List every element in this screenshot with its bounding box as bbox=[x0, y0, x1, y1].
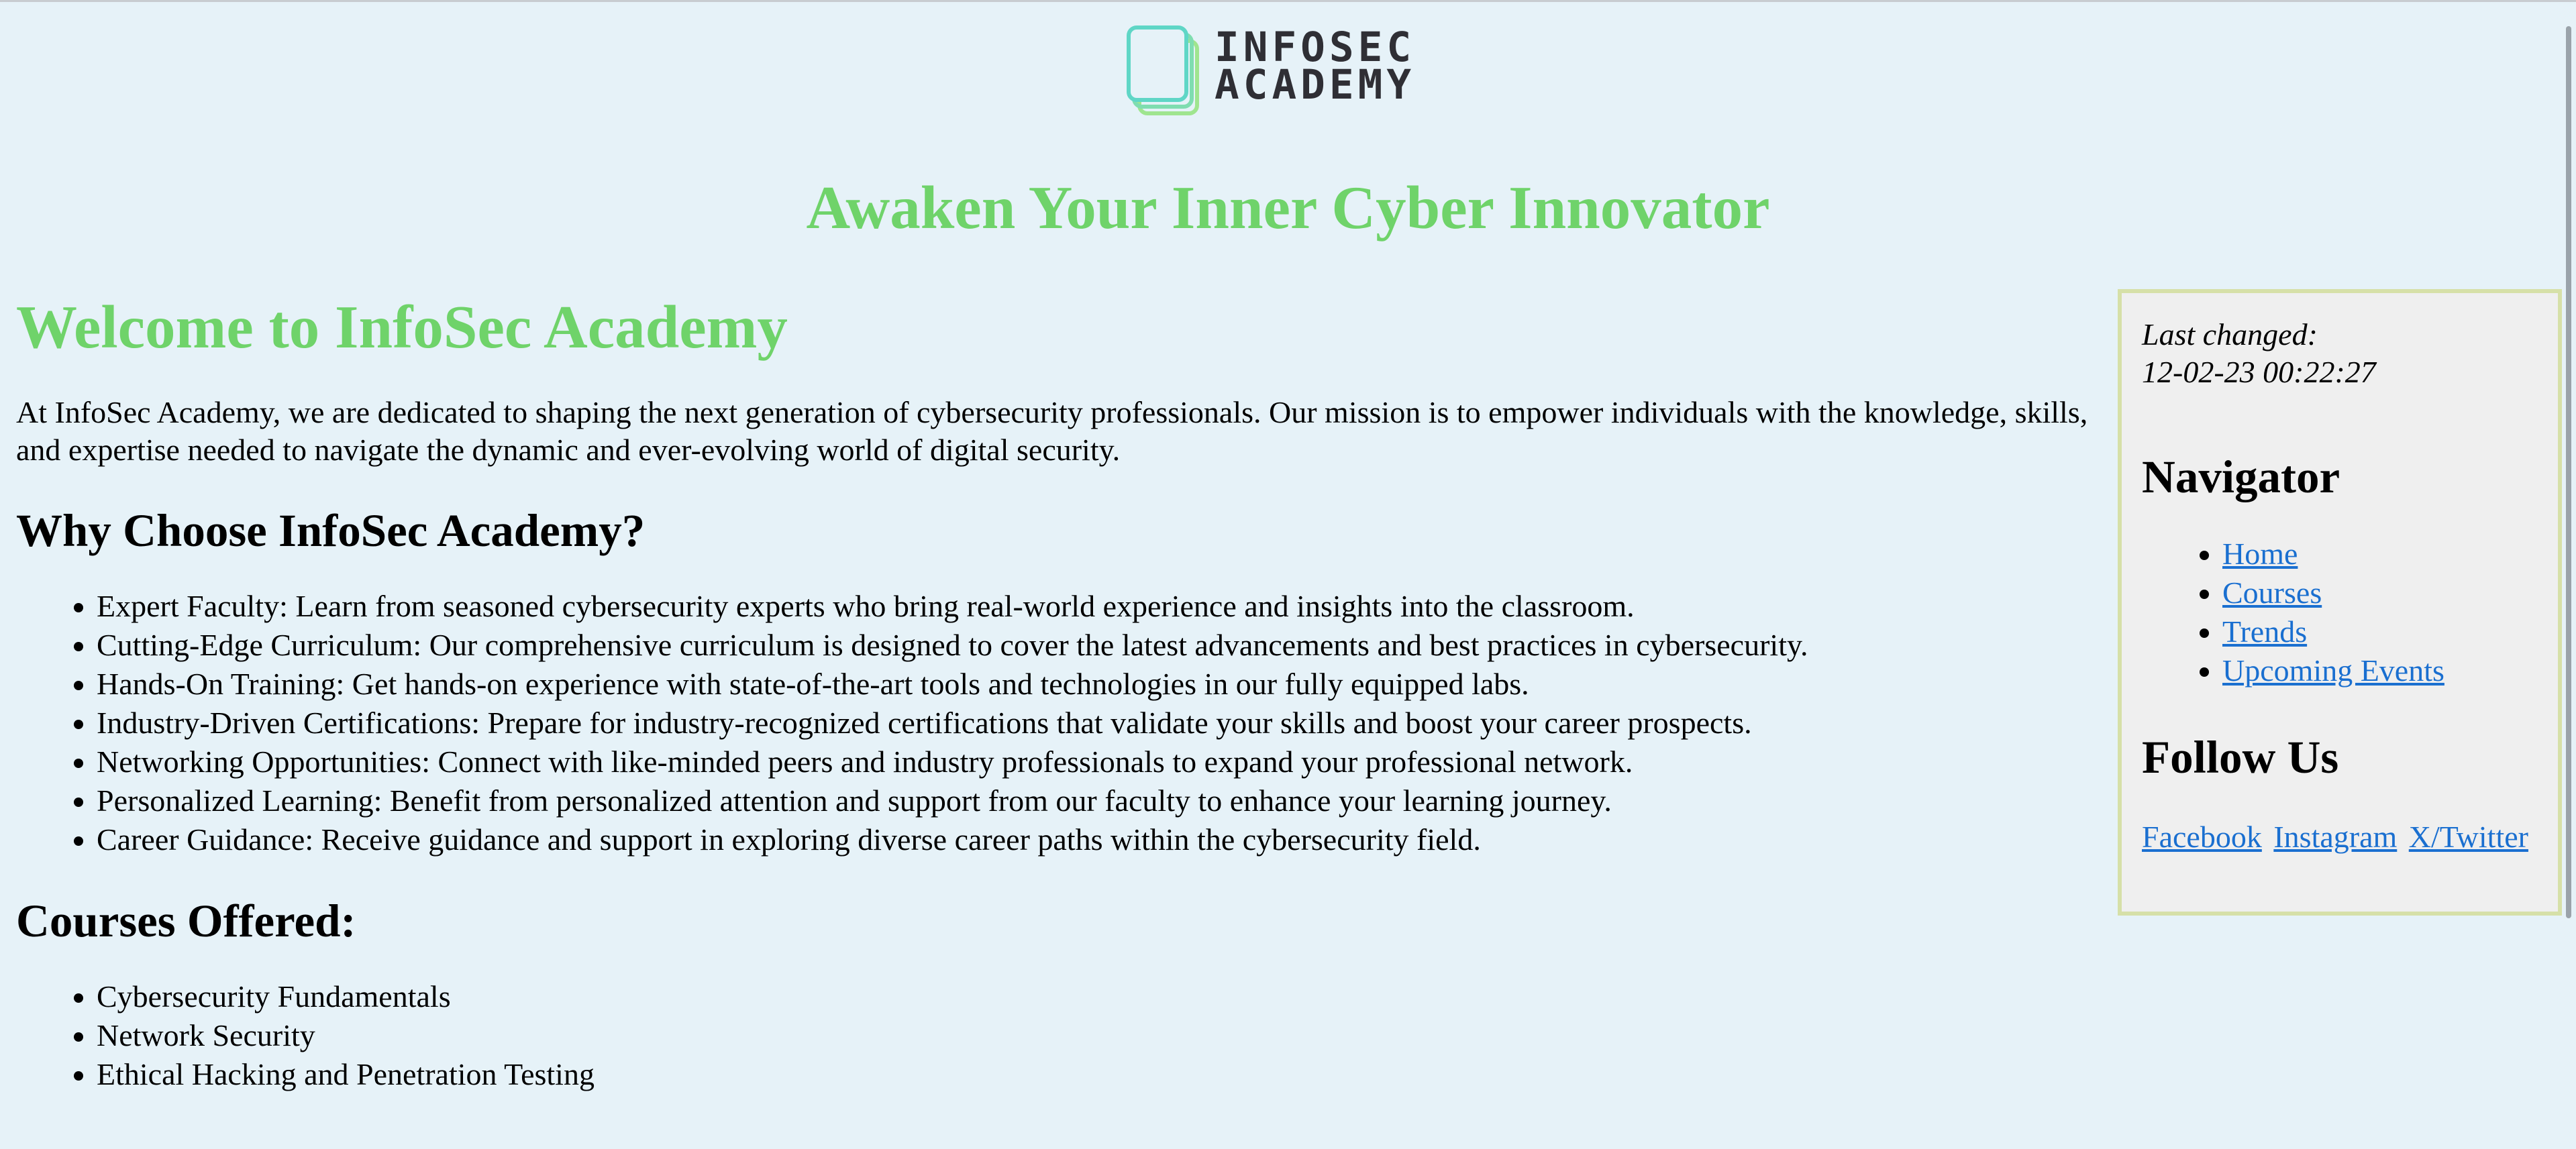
last-changed-value: 12-02-23 00:22:27 bbox=[2142, 355, 2376, 389]
list-item: Personalized Learning: Benefit from pers… bbox=[97, 781, 2103, 820]
nav-item-courses: Courses bbox=[2222, 573, 2558, 612]
navigator-list: Home Courses Trends Upcoming Events bbox=[2142, 535, 2558, 690]
instagram-link[interactable]: Instagram bbox=[2273, 820, 2397, 854]
intro-paragraph: At InfoSec Academy, we are dedicated to … bbox=[16, 395, 2088, 467]
social-links: Facebook Instagram X/Twitter bbox=[2142, 818, 2558, 857]
page-title: Welcome to InfoSec Academy bbox=[16, 293, 788, 361]
list-item: Networking Opportunities: Connect with l… bbox=[97, 743, 2103, 781]
logo-wordmark: INFOSEC ACADEMY bbox=[1215, 27, 1416, 109]
last-changed-label: Last changed: bbox=[2142, 317, 2318, 351]
why-choose-heading: Why Choose InfoSec Academy? bbox=[16, 505, 646, 556]
scrollbar-thumb[interactable] bbox=[2566, 26, 2571, 918]
list-item: Cutting-Edge Curriculum: Our comprehensi… bbox=[97, 626, 2103, 665]
follow-us-heading: Follow Us bbox=[2142, 732, 2339, 783]
nav-item-home: Home bbox=[2222, 535, 2558, 573]
last-changed: Last changed: 12-02-23 00:22:27 bbox=[2142, 316, 2558, 391]
infosec-academy-logo[interactable]: INFOSEC ACADEMY bbox=[1125, 25, 1453, 119]
list-item: Hands-On Training: Get hands-on experien… bbox=[97, 665, 2103, 704]
navigator-heading: Navigator bbox=[2142, 451, 2340, 502]
sidebar: Last changed: 12-02-23 00:22:27 Navigato… bbox=[2118, 289, 2562, 916]
list-item: Network Security bbox=[97, 1016, 2103, 1055]
x-twitter-link[interactable]: X/Twitter bbox=[2409, 820, 2528, 854]
facebook-link[interactable]: Facebook bbox=[2142, 820, 2262, 854]
list-item: Expert Faculty: Learn from seasoned cybe… bbox=[97, 587, 2103, 626]
nav-link-trends[interactable]: Trends bbox=[2222, 614, 2307, 649]
list-item: Ethical Hacking and Penetration Testing bbox=[97, 1055, 2103, 1094]
nav-item-upcoming-events: Upcoming Events bbox=[2222, 651, 2558, 690]
nav-link-courses[interactable]: Courses bbox=[2222, 576, 2322, 610]
nav-link-upcoming-events[interactable]: Upcoming Events bbox=[2222, 653, 2444, 688]
courses-list: Cybersecurity Fundamentals Network Secur… bbox=[16, 977, 2103, 1094]
nav-link-home[interactable]: Home bbox=[2222, 537, 2298, 571]
page: INFOSEC ACADEMY Awaken Your Inner Cyber … bbox=[0, 0, 2576, 1149]
tagline-heading: Awaken Your Inner Cyber Innovator bbox=[806, 174, 1770, 241]
courses-heading: Courses Offered: bbox=[16, 895, 356, 946]
nav-item-trends: Trends bbox=[2222, 612, 2558, 651]
logo-line-2: ACADEMY bbox=[1215, 61, 1416, 109]
list-item: Industry-Driven Certifications: Prepare … bbox=[97, 704, 2103, 743]
list-item: Cybersecurity Fundamentals bbox=[97, 977, 2103, 1016]
why-choose-list: Expert Faculty: Learn from seasoned cybe… bbox=[16, 587, 2103, 859]
vertical-scrollbar[interactable] bbox=[2563, 2, 2576, 1149]
list-item: Career Guidance: Receive guidance and su… bbox=[97, 820, 2103, 859]
book-stack-icon bbox=[1127, 25, 1199, 115]
main-content: Welcome to InfoSec Academy At InfoSec Ac… bbox=[16, 290, 2103, 1094]
